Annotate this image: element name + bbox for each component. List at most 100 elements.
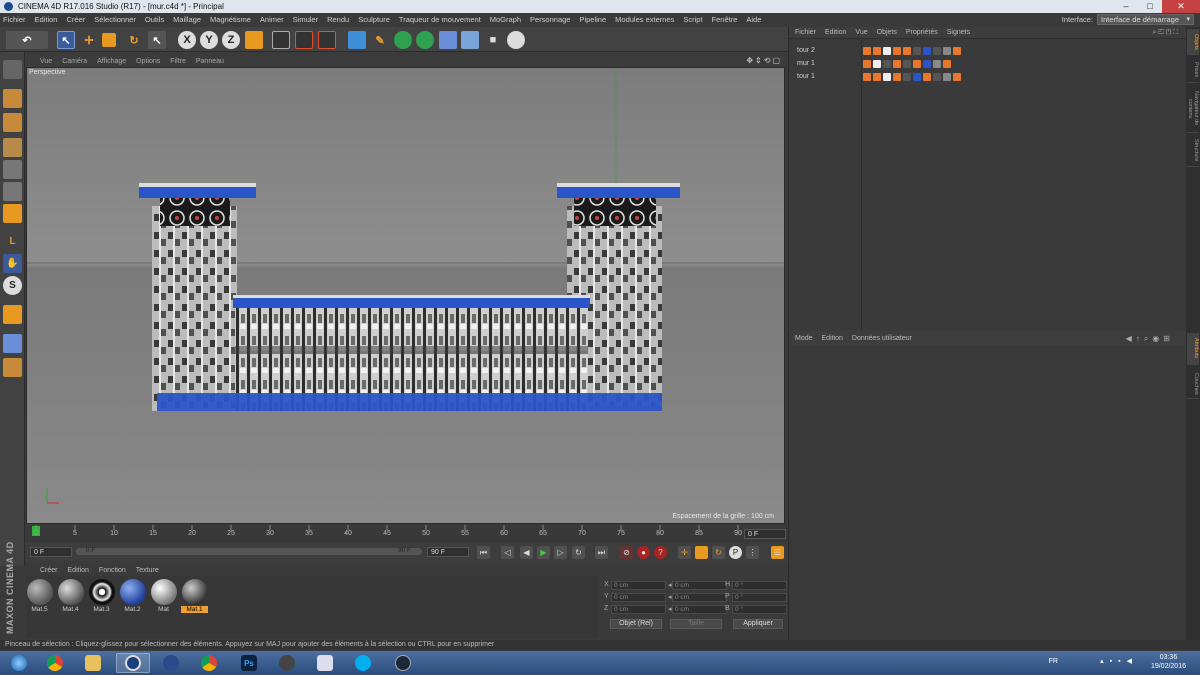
deformer-icon[interactable] <box>439 31 457 49</box>
obj-menu-vue[interactable]: Vue <box>855 29 867 36</box>
texture-mode-icon[interactable] <box>3 113 22 132</box>
tab-prises[interactable]: Prises <box>1187 57 1199 83</box>
object-name[interactable]: tour 2 <box>797 45 815 57</box>
timeline-ruler[interactable]: 051015202530354045505560657075808590 0 F <box>26 525 788 543</box>
play-icon[interactable]: ▶ <box>537 546 550 559</box>
material-item[interactable]: Mat.5 <box>26 579 53 613</box>
obj-menu-proprietes[interactable]: Propriétés <box>906 29 938 36</box>
chrome-icon[interactable] <box>192 653 226 673</box>
move-icon[interactable]: ✛ <box>80 31 98 49</box>
steam-icon[interactable] <box>386 653 420 673</box>
axis-mode-icon[interactable]: L <box>3 232 22 251</box>
menu-script[interactable]: Script <box>683 13 702 27</box>
object-name[interactable]: mur 1 <box>797 58 815 70</box>
keyframe-selection-icon[interactable]: ? <box>654 546 667 559</box>
object-manager-tools[interactable]: ⌕◰◳⛶ <box>1153 29 1180 37</box>
menu-sculpture[interactable]: Sculpture <box>358 13 390 27</box>
cinema4d-icon[interactable] <box>116 653 150 673</box>
maximize-icon[interactable]: □ <box>1138 0 1162 13</box>
settings-icon[interactable] <box>270 653 304 673</box>
position-z-field[interactable]: 0 cm <box>611 605 666 614</box>
polygons-mode-icon[interactable] <box>3 204 22 223</box>
planar-workplane-icon[interactable] <box>3 334 22 353</box>
attr-menu-edition[interactable]: Edition <box>822 335 843 342</box>
autokey-icon[interactable]: ● <box>637 546 650 559</box>
end-frame-field[interactable]: 90 F <box>427 547 469 557</box>
menu-edition[interactable]: Edition <box>35 13 58 27</box>
close-icon[interactable]: ✕ <box>1162 0 1200 13</box>
network-icon[interactable] <box>308 653 342 673</box>
menu-personnage[interactable]: Personnage <box>530 13 570 27</box>
z-axis-icon[interactable]: Z <box>222 31 240 49</box>
viewport-menu-camera[interactable]: Caméra <box>62 58 87 65</box>
tab-objets[interactable]: Objets <box>1187 29 1199 55</box>
viewport-navigation-icons[interactable]: ✥⇕⟲▢ <box>746 56 782 65</box>
floor-icon[interactable] <box>461 31 479 49</box>
tab-attributs[interactable]: Attributs <box>1187 333 1199 365</box>
material-menu-texture[interactable]: Texture <box>136 567 159 574</box>
previous-frame-icon[interactable]: ◀ <box>520 546 533 559</box>
start-frame-field[interactable]: 0 F <box>30 547 72 557</box>
obj-menu-fichier[interactable]: Fichier <box>795 29 816 36</box>
system-tray-icons[interactable]: ▴▪▪◀ <box>1100 657 1138 665</box>
viewport-menu-options[interactable]: Options <box>136 58 160 65</box>
cube-icon[interactable] <box>348 31 366 49</box>
viewport-menu-affichage[interactable]: Affichage <box>97 58 126 65</box>
subdivision-icon[interactable] <box>394 31 412 49</box>
current-frame-field[interactable]: 0 F <box>744 529 786 539</box>
tab-navigateur[interactable]: Navigateur de contenu <box>1187 85 1199 133</box>
material-menu-edition[interactable]: Edition <box>68 567 89 574</box>
material-menu-creer[interactable]: Créer <box>40 567 58 574</box>
menu-aide[interactable]: Aide <box>746 13 761 27</box>
render-picture-icon[interactable] <box>318 31 336 49</box>
undo-icon[interactable]: ↶ <box>6 31 48 49</box>
pen-icon[interactable]: ✎ <box>371 31 389 49</box>
menu-pipeline[interactable]: Pipeline <box>579 13 606 27</box>
menu-maillage[interactable]: Maillage <box>173 13 201 27</box>
menu-creer[interactable]: Créer <box>66 13 85 27</box>
menu-selectionner[interactable]: Sélectionner <box>94 13 136 27</box>
material-item[interactable]: Mat.3 <box>88 579 115 613</box>
object-row[interactable]: mur 1 <box>789 58 1187 70</box>
position-x-field[interactable]: 0 cm <box>611 581 666 590</box>
attribute-navigation-icons[interactable]: ◀↑⌕◉⊞ <box>1126 334 1174 344</box>
obj-menu-signets[interactable]: Signets <box>947 29 970 36</box>
render-settings-icon[interactable] <box>295 31 313 49</box>
tab-structure[interactable]: Structure <box>1187 135 1199 167</box>
attr-menu-mode[interactable]: Mode <box>795 335 813 342</box>
size-x-field[interactable]: 0 cm <box>672 581 727 590</box>
snap-icon[interactable]: S <box>3 276 22 295</box>
material-menu-fonction[interactable]: Fonction <box>99 567 126 574</box>
rotate-icon[interactable]: ↻ <box>125 31 143 49</box>
size-mode-select[interactable]: Taille <box>670 619 722 629</box>
object-row[interactable]: tour 1 <box>789 71 1187 83</box>
menu-animer[interactable]: Animer <box>260 13 284 27</box>
start-icon[interactable] <box>2 653 36 673</box>
rotation-h-field[interactable]: 0 ° <box>732 581 787 590</box>
chrome-icon[interactable] <box>38 653 72 673</box>
obj-menu-edition[interactable]: Edition <box>825 29 846 36</box>
edges-mode-icon[interactable] <box>3 182 22 201</box>
rotation-b-field[interactable]: 0 ° <box>732 605 787 614</box>
attr-menu-donnees[interactable]: Données utilisateur <box>852 335 912 342</box>
object-row[interactable]: tour 2 <box>789 45 1187 57</box>
menu-traqueur[interactable]: Traqueur de mouvement <box>399 13 481 27</box>
skype-icon[interactable] <box>346 653 380 673</box>
menu-modules-externes[interactable]: Modules externes <box>615 13 674 27</box>
scale-icon[interactable] <box>102 33 116 47</box>
clock[interactable]: 03:36 19/02/2016 <box>1151 653 1186 671</box>
menu-simuler[interactable]: Simuler <box>293 13 318 27</box>
x-axis-icon[interactable]: X <box>178 31 196 49</box>
interface-select[interactable]: Interface de démarrage <box>1097 14 1194 25</box>
menu-magnetisme[interactable]: Magnétisme <box>210 13 251 27</box>
points-mode-icon[interactable] <box>3 160 22 179</box>
tab-couches[interactable]: Couches <box>1187 369 1199 399</box>
photoshop-icon[interactable]: Ps <box>232 653 266 673</box>
explorer-icon[interactable] <box>76 653 110 673</box>
menu-fenetre[interactable]: Fenêtre <box>712 13 738 27</box>
rotation-p-field[interactable]: 0 ° <box>732 593 787 602</box>
coordinate-system-icon[interactable] <box>245 31 263 49</box>
timeline-playhead[interactable] <box>32 526 40 536</box>
timeline-window-icon[interactable]: ☰ <box>771 546 784 559</box>
tweak-mode-icon[interactable]: ✋ <box>3 254 22 273</box>
